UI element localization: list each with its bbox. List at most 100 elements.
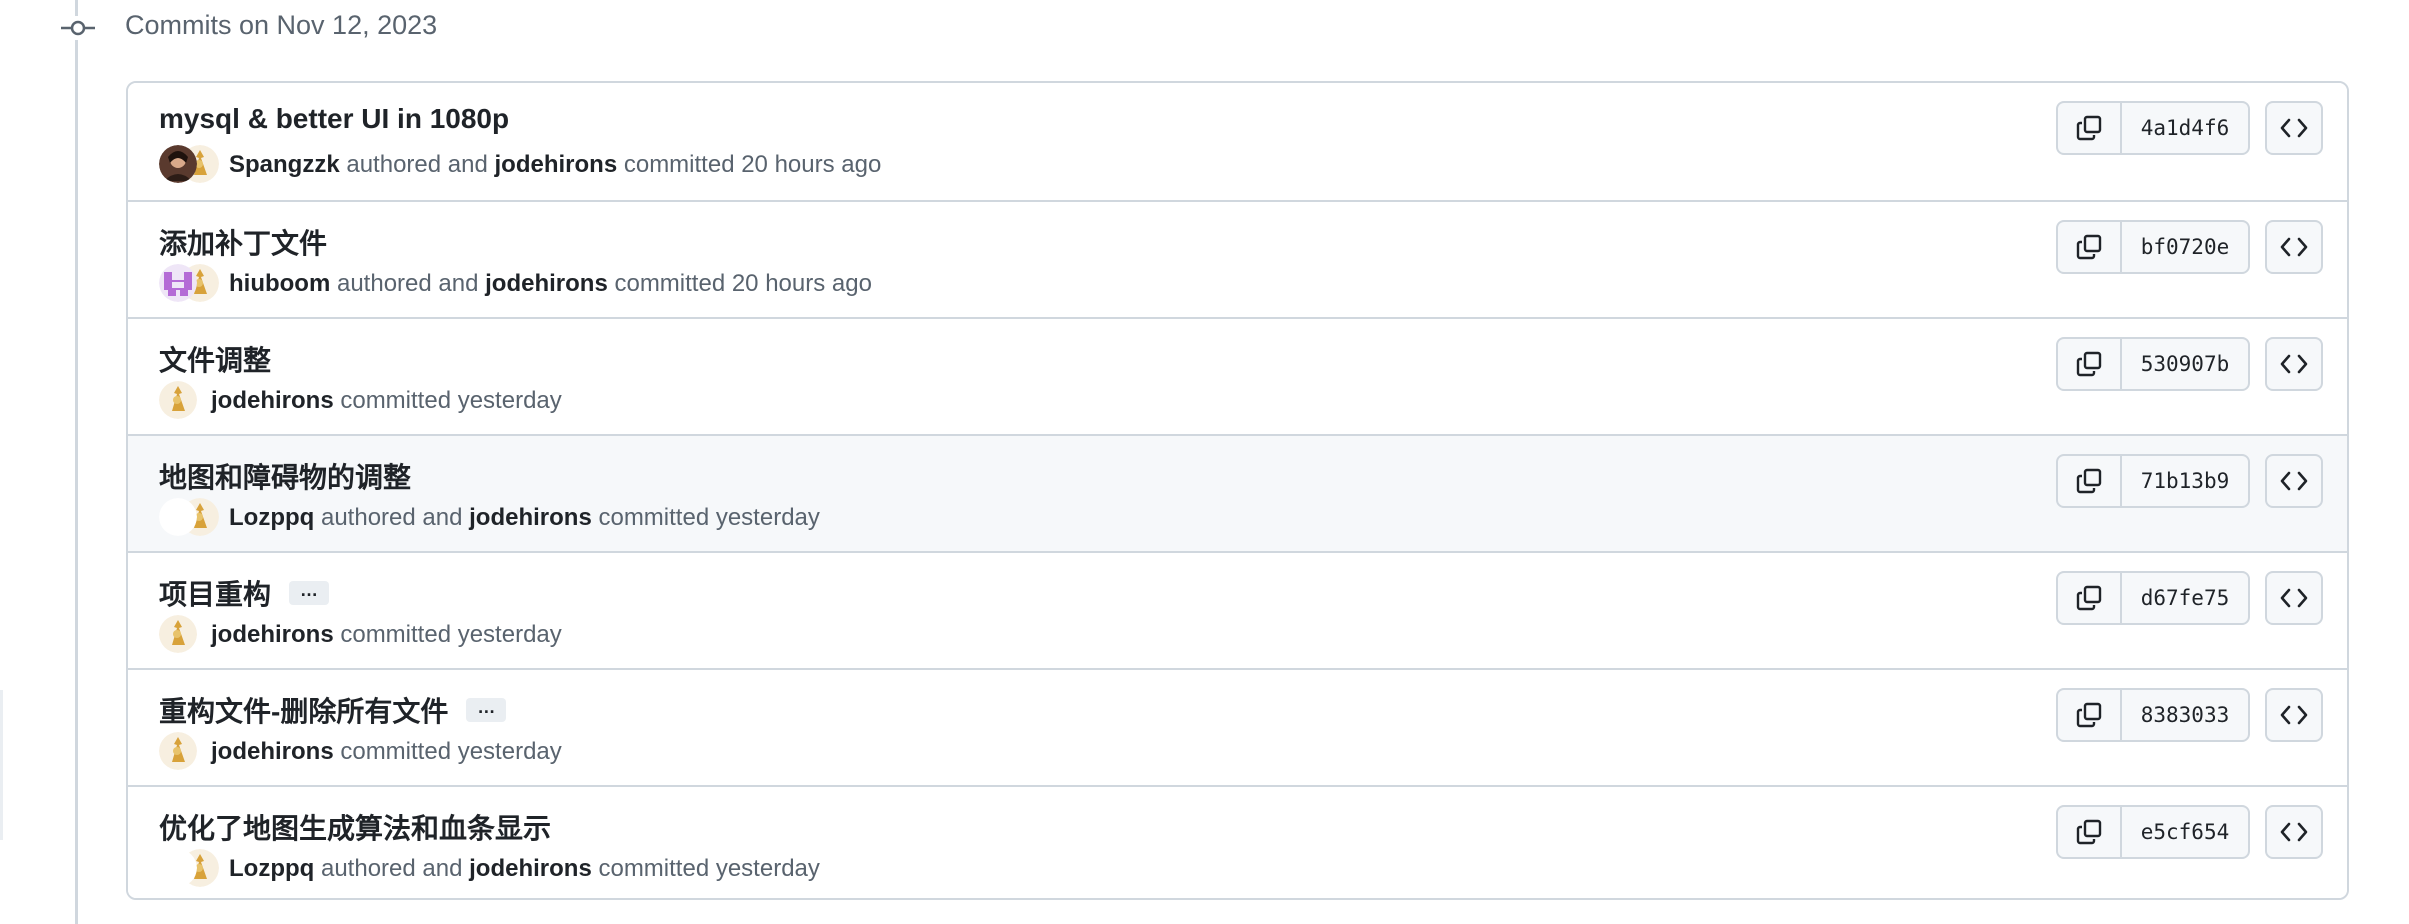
commit-row: 添加补丁文件 hiuboom authored and jodehirons c… bbox=[128, 200, 2347, 317]
avatar-stack bbox=[159, 732, 199, 772]
timeline-line bbox=[75, 0, 78, 924]
commit-sha-link[interactable]: 8383033 bbox=[2122, 690, 2248, 740]
copy-icon bbox=[2076, 234, 2102, 260]
copy-icon bbox=[2076, 115, 2102, 141]
copy-sha-button[interactable] bbox=[2058, 573, 2122, 623]
browse-repo-button[interactable] bbox=[2265, 101, 2323, 155]
avatar-stack bbox=[159, 498, 219, 538]
sha-button-group: 4a1d4f6 bbox=[2056, 101, 2250, 155]
browse-repo-button[interactable] bbox=[2265, 571, 2323, 625]
commit-message[interactable]: 地图和障碍物的调整 bbox=[159, 456, 411, 496]
copy-sha-button[interactable] bbox=[2058, 690, 2122, 740]
author-link[interactable]: Spangzzk bbox=[229, 151, 340, 179]
code-icon bbox=[2280, 471, 2308, 491]
browse-repo-button[interactable] bbox=[2265, 805, 2323, 859]
browse-repo-button[interactable] bbox=[2265, 220, 2323, 274]
avatar-stack bbox=[159, 264, 219, 304]
commit-message[interactable]: 重构文件-删除所有文件… bbox=[159, 690, 507, 730]
browse-repo-button[interactable] bbox=[2265, 454, 2323, 508]
code-icon bbox=[2280, 705, 2308, 725]
committer-link[interactable]: jodehirons bbox=[495, 151, 618, 179]
author-avatar[interactable] bbox=[159, 264, 197, 302]
code-icon bbox=[2280, 354, 2308, 374]
commit-row: 项目重构… jodehirons committed yesterday d67… bbox=[128, 551, 2347, 668]
commit-time: committed yesterday bbox=[340, 621, 562, 648]
sha-button-group: 8383033 bbox=[2056, 688, 2250, 742]
commit-row: 文件调整 jodehirons committed yesterday 5309… bbox=[128, 317, 2347, 434]
commit-meta: jodehirons committed yesterday bbox=[159, 381, 562, 421]
committer-link[interactable]: jodehirons bbox=[485, 270, 608, 298]
commit-sha-link[interactable]: 71b13b9 bbox=[2122, 456, 2248, 506]
avatar-stack bbox=[159, 145, 219, 185]
commit-meta: jodehirons committed yesterday bbox=[159, 615, 562, 655]
commit-sha-link[interactable]: 4a1d4f6 bbox=[2122, 103, 2248, 153]
sha-button-group: 71b13b9 bbox=[2056, 454, 2250, 508]
copy-sha-button[interactable] bbox=[2058, 807, 2122, 857]
ellipsis-icon[interactable]: … bbox=[466, 698, 507, 722]
commit-time: committed 20 hours ago bbox=[623, 151, 882, 178]
author-link[interactable]: hiuboom bbox=[229, 270, 330, 298]
authored-text: authored and bbox=[320, 504, 463, 531]
commit-message[interactable]: 项目重构… bbox=[159, 573, 330, 613]
code-icon bbox=[2280, 118, 2308, 138]
commit-sha-link[interactable]: 530907b bbox=[2122, 339, 2248, 389]
copy-sha-button[interactable] bbox=[2058, 222, 2122, 272]
copy-icon bbox=[2076, 702, 2102, 728]
commit-sha-link[interactable]: bf0720e bbox=[2122, 222, 2248, 272]
committer-avatar[interactable] bbox=[159, 381, 197, 419]
commit-meta: jodehirons committed yesterday bbox=[159, 732, 562, 772]
copy-sha-button[interactable] bbox=[2058, 456, 2122, 506]
commit-group-title: Commits on Nov 12, 2023 bbox=[125, 10, 438, 40]
copy-icon bbox=[2076, 819, 2102, 845]
avatar-stack bbox=[159, 381, 199, 421]
browse-repo-button[interactable] bbox=[2265, 688, 2323, 742]
committer-link[interactable]: jodehirons bbox=[469, 504, 592, 532]
authored-text: authored and bbox=[320, 855, 463, 882]
sha-button-group: bf0720e bbox=[2056, 220, 2250, 274]
copy-icon bbox=[2076, 585, 2102, 611]
ellipsis-icon[interactable]: … bbox=[289, 581, 330, 605]
commit-meta: Spangzzk authored and jodehirons committ… bbox=[159, 145, 881, 185]
commit-message[interactable]: 文件调整 bbox=[159, 339, 271, 379]
commit-time: committed yesterday bbox=[598, 855, 820, 882]
author-avatar[interactable] bbox=[159, 498, 197, 536]
avatar-stack bbox=[159, 849, 219, 889]
commit-message[interactable]: mysql & better UI in 1080p bbox=[159, 103, 509, 135]
commit-time: committed yesterday bbox=[598, 504, 820, 531]
browse-repo-button[interactable] bbox=[2265, 337, 2323, 391]
copy-sha-button[interactable] bbox=[2058, 103, 2122, 153]
committer-link[interactable]: jodehirons bbox=[469, 855, 592, 883]
author-avatar[interactable] bbox=[159, 849, 197, 887]
sha-button-group: d67fe75 bbox=[2056, 571, 2250, 625]
sha-button-group: e5cf654 bbox=[2056, 805, 2250, 859]
commit-message[interactable]: 优化了地图生成算法和血条显示 bbox=[159, 807, 551, 847]
author-avatar[interactable] bbox=[159, 145, 197, 183]
committer-link[interactable]: jodehirons bbox=[211, 387, 334, 415]
commit-message[interactable]: 添加补丁文件 bbox=[159, 222, 327, 262]
copy-sha-button[interactable] bbox=[2058, 339, 2122, 389]
copy-icon bbox=[2076, 468, 2102, 494]
code-icon bbox=[2280, 822, 2308, 842]
author-link[interactable]: Lozppq bbox=[229, 504, 314, 532]
committer-avatar[interactable] bbox=[159, 615, 197, 653]
commit-sha-link[interactable]: d67fe75 bbox=[2122, 573, 2248, 623]
commit-meta: hiuboom authored and jodehirons committe… bbox=[159, 264, 872, 304]
authored-text: authored and bbox=[346, 151, 488, 178]
avatar-stack bbox=[159, 615, 199, 655]
commit-meta: Lozppq authored and jodehirons committed… bbox=[159, 849, 820, 889]
copy-icon bbox=[2076, 351, 2102, 377]
commit-sha-link[interactable]: e5cf654 bbox=[2122, 807, 2248, 857]
commit-row: mysql & better UI in 1080p Spangzzk auth… bbox=[128, 83, 2347, 200]
left-edge-divider bbox=[0, 690, 3, 840]
committer-link[interactable]: jodehirons bbox=[211, 621, 334, 649]
authored-text: authored and bbox=[336, 270, 479, 297]
commit-meta: Lozppq authored and jodehirons committed… bbox=[159, 498, 820, 538]
commit-time: committed 20 hours ago bbox=[614, 270, 872, 297]
code-icon bbox=[2280, 588, 2308, 608]
author-link[interactable]: Lozppq bbox=[229, 855, 314, 883]
commit-row: 重构文件-删除所有文件… jodehirons committed yester… bbox=[128, 668, 2347, 785]
committer-avatar[interactable] bbox=[159, 732, 197, 770]
committer-link[interactable]: jodehirons bbox=[211, 738, 334, 766]
git-commit-icon bbox=[60, 16, 96, 40]
code-icon bbox=[2280, 237, 2308, 257]
